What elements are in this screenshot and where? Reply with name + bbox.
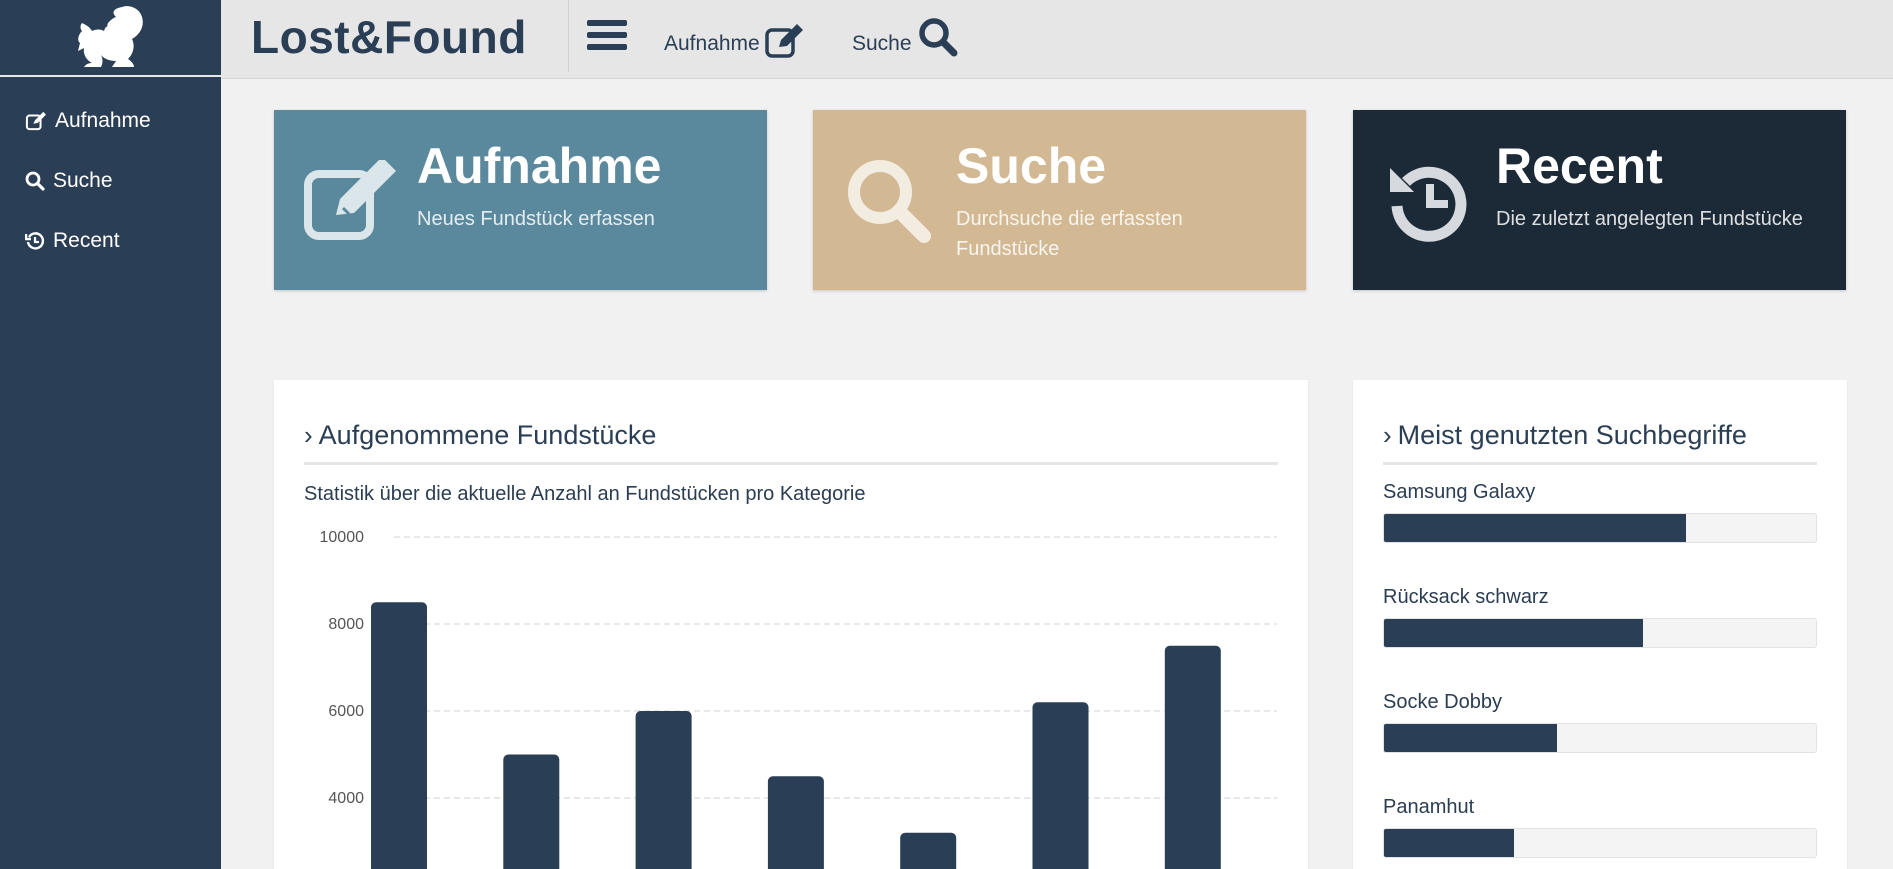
search-term: Socke Dobby: [1383, 691, 1817, 753]
chart-bar[interactable]: [503, 754, 560, 869]
edit-icon: [302, 146, 397, 256]
sidebar: Aufnahme Suche Recent: [0, 0, 221, 869]
search-icon: [918, 18, 958, 57]
y-tick-label: 4000: [328, 790, 364, 807]
app-brand[interactable]: Lost&Found: [251, 10, 527, 64]
chart-bar[interactable]: [767, 776, 824, 869]
tile-subtitle: Durchsuche die erfassten Fundstücke: [956, 204, 1183, 264]
sidebar-item-suche[interactable]: Suche: [0, 151, 221, 211]
progress-bar: [1383, 513, 1817, 543]
tile-suche[interactable]: Suche Durchsuche die erfassten Fundstück…: [813, 110, 1306, 290]
search-term-label: Rücksack schwarz: [1383, 586, 1549, 608]
search-icon: [25, 171, 45, 191]
edit-icon: [25, 111, 46, 131]
top-link-suche[interactable]: Suche: [852, 12, 959, 58]
top-bar: Lost&Found Aufnahme Suche: [221, 0, 1893, 79]
panel-header: › Meist genutzten Suchbegriffe: [1383, 420, 1817, 465]
sidebar-item-label: Suche: [53, 169, 113, 192]
progress-bar: [1383, 828, 1817, 858]
top-link-aufnahme[interactable]: Aufnahme: [664, 12, 807, 58]
stats-panel: › Aufgenommene Fundstücke Statistik über…: [274, 380, 1308, 869]
progress-fill: [1384, 619, 1644, 647]
bar-chart: 10000 8000 6000 4000: [320, 529, 1277, 869]
chart-bar[interactable]: [900, 832, 957, 869]
sidebar-item-aufnahme[interactable]: Aufnahme: [0, 91, 221, 151]
divider: [568, 0, 569, 72]
squirrel-icon: [77, 5, 143, 67]
progress-fill: [1384, 829, 1514, 857]
panel-title: Meist genutzten Suchbegriffe: [1397, 420, 1747, 450]
top-link-label: Suche: [852, 32, 912, 55]
history-icon: [1381, 146, 1476, 256]
y-tick-label: 6000: [328, 703, 364, 720]
sidebar-item-label: Recent: [53, 229, 120, 252]
tile-recent[interactable]: Recent Die zuletzt angelegten Fundstücke: [1353, 110, 1846, 290]
progress-fill: [1384, 724, 1557, 752]
chart-bar[interactable]: [371, 602, 427, 869]
logo[interactable]: [0, 0, 221, 77]
search-term-label: Socke Dobby: [1383, 691, 1502, 713]
history-icon: [25, 232, 45, 250]
progress-fill: [1384, 514, 1687, 542]
tile-subtitle: Neues Fundstück erfassen: [417, 208, 655, 230]
y-tick-label: 8000: [328, 616, 364, 633]
tile-subtitle-line: Durchsuche die erfassten: [956, 208, 1183, 230]
search-term: Panamhut: [1383, 796, 1817, 858]
search-icon: [841, 146, 936, 256]
tile-title: Recent: [1496, 138, 1663, 194]
progress-bar: [1383, 723, 1817, 753]
chevron-right-icon: ›: [1383, 420, 1392, 450]
search-term-label: Panamhut: [1383, 796, 1475, 818]
tile-subtitle-line: Fundstücke: [956, 238, 1060, 260]
tile-aufnahme[interactable]: Aufnahme Neues Fundstück erfassen: [274, 110, 767, 290]
tile-title: Suche: [956, 138, 1107, 194]
y-tick-label: 10000: [320, 529, 365, 546]
sidebar-item-recent[interactable]: Recent: [0, 211, 221, 271]
progress-bar: [1383, 618, 1817, 648]
search-term-label: Samsung Galaxy: [1383, 481, 1536, 503]
chart-bar[interactable]: [1032, 702, 1089, 869]
top-link-label: Aufnahme: [664, 32, 760, 55]
search-term: Samsung Galaxy: [1383, 481, 1817, 543]
tile-subtitle: Die zuletzt angelegten Fundstücke: [1496, 208, 1803, 230]
edit-icon: [764, 24, 803, 58]
chart-bar[interactable]: [1164, 645, 1221, 869]
sidebar-item-label: Aufnahme: [55, 109, 151, 132]
hamburger-icon[interactable]: [587, 20, 627, 56]
tile-title: Aufnahme: [417, 138, 662, 194]
search-terms-panel: › Meist genutzten Suchbegriffe Samsung G…: [1353, 380, 1847, 869]
chart-bar[interactable]: [635, 711, 692, 869]
search-term: Rücksack schwarz: [1383, 586, 1817, 648]
